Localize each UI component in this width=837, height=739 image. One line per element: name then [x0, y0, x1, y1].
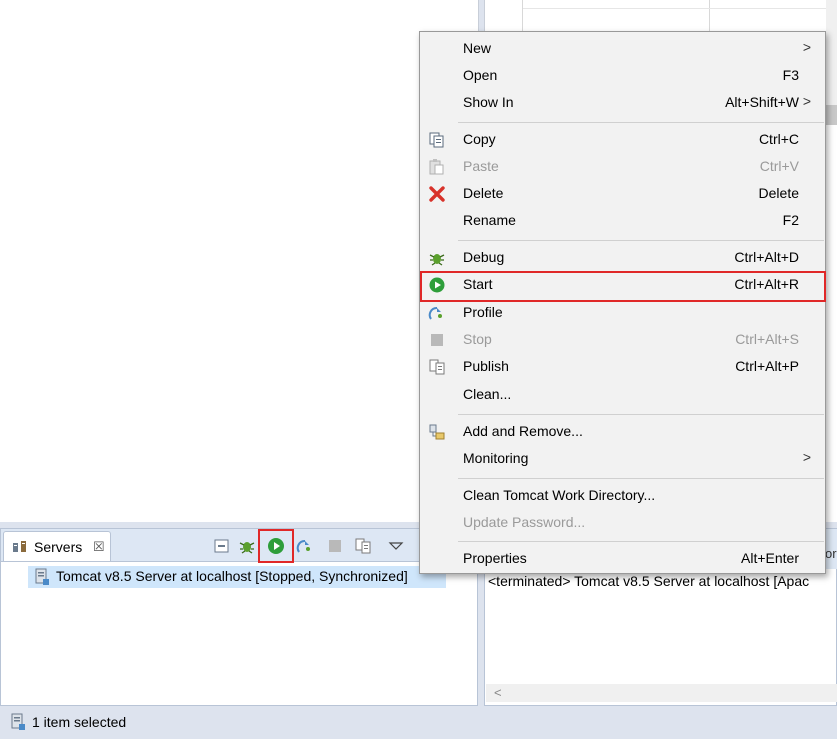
menu-item-stop[interactable]: Stop Ctrl+Alt+S	[420, 327, 825, 353]
debug-icon[interactable]	[238, 537, 256, 555]
menu-item-label: Monitoring	[463, 450, 529, 466]
menu-item-label: Add and Remove...	[463, 423, 583, 439]
menu-item-new[interactable]: New >	[420, 36, 825, 62]
menu-item-clean-tomcat-work-directory[interactable]: Clean Tomcat Work Directory...	[420, 483, 825, 509]
profile-icon[interactable]	[296, 537, 314, 555]
context-menu: New > Open F3 Show In Alt+Shift+W > Copy…	[419, 31, 826, 574]
status-text: 1 item selected	[32, 714, 127, 730]
scroll-thumb[interactable]	[826, 105, 837, 125]
menu-item-label: Update Password...	[463, 514, 586, 530]
server-label: Tomcat v8.5 Server at localhost [Stopped…	[56, 568, 408, 584]
status-bar: 1 item selected	[0, 708, 837, 739]
menu-accelerator: Ctrl+Alt+D	[734, 249, 799, 265]
stop-icon	[431, 334, 443, 346]
menu-item-label: Clean...	[463, 386, 512, 402]
menu-accelerator: Alt+Shift+W	[725, 94, 799, 110]
menu-accelerator: F3	[782, 67, 799, 83]
editor-scrollbar[interactable]	[826, 0, 837, 125]
tomcat-server-icon	[35, 568, 49, 585]
menu-separator	[458, 541, 824, 542]
paste-icon	[429, 159, 444, 175]
menu-item-paste[interactable]: Paste Ctrl+V	[420, 154, 825, 180]
menu-item-label: Stop	[463, 331, 492, 347]
publish-icon[interactable]	[354, 537, 372, 555]
menu-separator	[458, 122, 824, 123]
menu-item-publish[interactable]: Publish Ctrl+Alt+P	[420, 354, 825, 380]
tomcat-server-icon	[11, 713, 25, 730]
menu-item-label: Open	[463, 67, 498, 83]
menu-accelerator: Delete	[758, 185, 799, 201]
menu-item-label: Show In	[463, 94, 514, 110]
view-menu-icon[interactable]	[387, 537, 405, 555]
menu-item-label: Properties	[463, 550, 527, 566]
menu-item-label: Delete	[463, 185, 504, 201]
menu-accelerator: Ctrl+C	[758, 131, 799, 147]
menu-item-rename[interactable]: Rename F2	[420, 208, 825, 234]
menu-item-debug[interactable]: Debug Ctrl+Alt+D	[420, 245, 825, 271]
menu-accelerator: Alt+Enter	[741, 550, 799, 566]
collapse-all-icon[interactable]	[213, 537, 231, 555]
menu-item-clean[interactable]: Clean...	[420, 382, 825, 408]
debug-icon	[429, 254, 445, 266]
menu-item-delete[interactable]: Delete Delete	[420, 181, 825, 207]
start-menu-item-highlight	[420, 271, 826, 302]
servers-tab-label: Servers	[34, 539, 83, 555]
menu-item-properties[interactable]: Properties Alt+Enter	[420, 546, 825, 572]
console-output: <terminated> Tomcat v8.5 Server at local…	[488, 573, 810, 589]
scroll-left-icon[interactable]: <	[494, 685, 502, 700]
menu-item-copy[interactable]: Copy Ctrl+C	[420, 127, 825, 153]
menu-item-show-in[interactable]: Show In Alt+Shift+W >	[420, 90, 825, 116]
submenu-arrow-icon: >	[802, 449, 811, 465]
menu-item-label: Rename	[463, 212, 516, 228]
menu-item-label: Paste	[463, 158, 499, 174]
menu-item-open[interactable]: Open F3	[420, 63, 825, 89]
grid-line	[523, 8, 837, 9]
menu-item-update-password[interactable]: Update Password...	[420, 510, 825, 536]
menu-item-profile[interactable]: Profile	[420, 300, 825, 326]
start-button-highlight	[258, 529, 294, 563]
console-horizontal-scrollbar[interactable]: <	[486, 684, 837, 702]
menu-accelerator: F2	[782, 212, 799, 228]
menu-item-label: Clean Tomcat Work Directory...	[463, 487, 656, 503]
add-remove-icon	[429, 424, 445, 440]
menu-item-label: Debug	[463, 249, 505, 265]
menu-separator	[458, 414, 824, 415]
servers-tab[interactable]: Servers ☒	[3, 531, 111, 561]
submenu-arrow-icon: >	[802, 39, 811, 55]
close-icon[interactable]: ☒	[93, 539, 105, 555]
servers-view-icon	[13, 541, 26, 552]
stop-icon[interactable]	[326, 537, 344, 555]
profile-icon	[428, 307, 442, 320]
menu-accelerator: Ctrl+V	[759, 158, 799, 174]
left-editor-area	[0, 0, 479, 522]
menu-separator	[458, 240, 824, 241]
menu-item-label: Publish	[463, 358, 509, 374]
menu-item-add-and-remove[interactable]: Add and Remove...	[420, 419, 825, 445]
server-list-item[interactable]: Tomcat v8.5 Server at localhost [Stopped…	[28, 566, 446, 588]
menu-accelerator: Ctrl+Alt+P	[735, 358, 799, 374]
menu-item-monitoring[interactable]: Monitoring >	[420, 446, 825, 472]
submenu-arrow-icon: >	[802, 93, 811, 109]
menu-item-label: Profile	[463, 304, 503, 320]
menu-accelerator: Ctrl+Alt+S	[735, 331, 799, 347]
menu-item-label: New	[463, 40, 492, 56]
menu-separator	[458, 478, 824, 479]
console-tab-fragment: or	[825, 546, 837, 561]
publish-icon	[429, 359, 445, 375]
menu-item-label: Copy	[463, 131, 496, 147]
copy-icon	[429, 132, 444, 148]
delete-icon	[429, 186, 445, 202]
